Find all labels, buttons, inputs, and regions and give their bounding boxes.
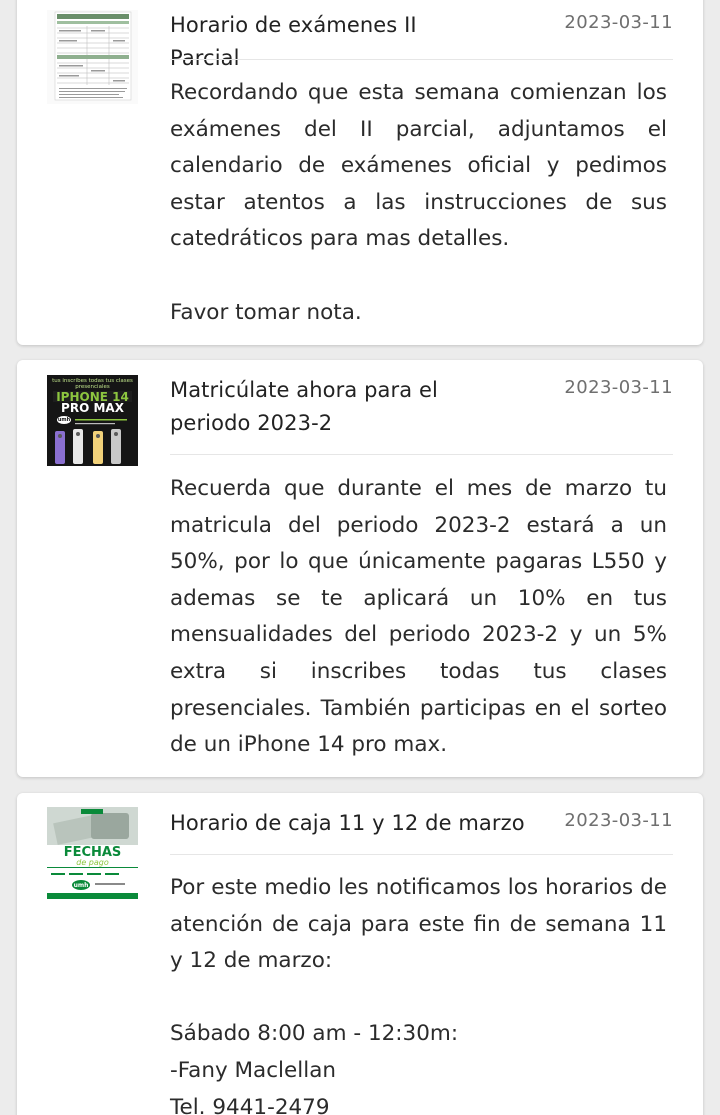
promo-subheadline: PRO MAX <box>61 401 124 415</box>
announcement-title[interactable]: Horario de exámenes II Parcial <box>170 9 490 75</box>
announcement-date: 2023-03-11 <box>564 377 673 398</box>
divider <box>170 454 673 455</box>
announcement-date: 2023-03-11 <box>564 810 673 831</box>
announcement-body: Recordando que esta semana comienzan los… <box>170 80 667 325</box>
iphone-promo-thumbnail[interactable]: tus inscribes todas tus clases presencia… <box>47 375 138 466</box>
payment-brand: umh <box>73 882 89 889</box>
announcement-card[interactable]: FECHAS de pago umh Horario de caja 11 y … <box>17 793 703 1115</box>
announcement-card[interactable]: Horario de exámenes II Parcial 2023-03-1… <box>17 0 703 345</box>
promo-top-text: tus inscribes todas tus clases presencia… <box>52 378 133 390</box>
payment-dates-thumbnail[interactable]: FECHAS de pago umh <box>47 807 138 899</box>
announcement-feed: Horario de exámenes II Parcial 2023-03-1… <box>0 0 720 1115</box>
announcement-date: 2023-03-11 <box>564 12 673 33</box>
divider <box>170 854 673 855</box>
announcement-body: Por este medio les notificamos los horar… <box>170 875 667 1115</box>
announcement-title[interactable]: Horario de caja 11 y 12 de marzo <box>170 807 530 840</box>
divider <box>170 59 673 60</box>
announcement-body: Recuerda que durante el mes de marzo tu … <box>170 476 667 758</box>
announcement-title[interactable]: Matricúlate ahora para el periodo 2023-2 <box>170 374 470 440</box>
promo-brand: umh <box>57 417 71 423</box>
announcement-card[interactable]: tus inscribes todas tus clases presencia… <box>17 360 703 777</box>
payment-script: de pago <box>76 858 109 867</box>
exam-schedule-table-icon <box>54 11 132 101</box>
exam-schedule-thumbnail[interactable] <box>47 10 138 104</box>
